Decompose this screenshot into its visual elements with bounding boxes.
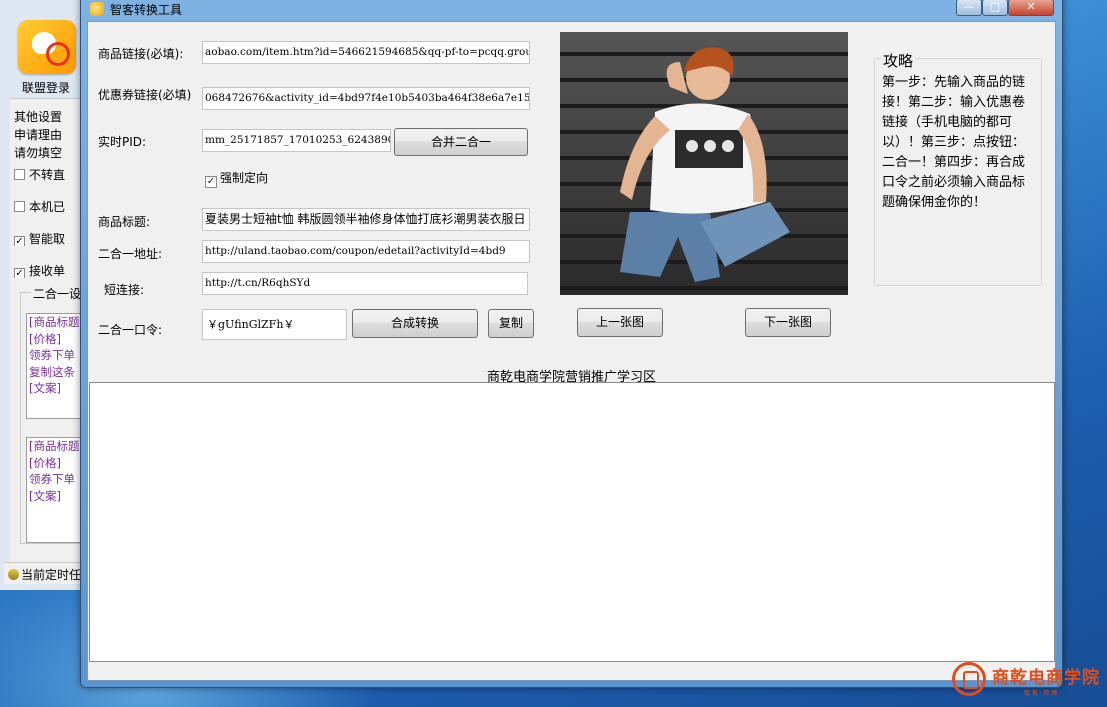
product-title-label: 商品标题: [98,215,151,229]
template-line: [价格] [29,331,61,346]
product-link-label: 商品链接(必填): [98,47,184,61]
combo-settings-title: 二合一设 [31,285,84,302]
alliance-logo-icon[interactable] [18,20,76,74]
token-label: 二合一口令: [98,323,163,337]
guide-title: 攻略 [881,50,916,71]
convert-button[interactable]: 合成转换 [352,309,478,338]
template-line: [价格] [29,455,61,470]
converter-window: 智客转换工具 — □ ✕ 商品链接(必填): aobao.com/item.ht… [80,0,1063,688]
checkmark-icon[interactable]: ✓ [14,236,25,246]
template-editor-2[interactable]: [商品标题 [价格] 领券下单 [文案] [26,437,87,543]
watermark-subtext: 智 客 · 转 换 [1024,690,1058,697]
timer-icon [8,569,19,580]
pid-input[interactable]: mm_25171857_17010253_62438905 [202,129,391,152]
school-seal-icon [952,662,986,696]
combo-url-input[interactable]: http://uland.taobao.com/coupon/edetail?a… [202,240,530,263]
product-link-input[interactable]: aobao.com/item.htm?id=546621594685&qq-pf… [202,41,530,64]
bg-checkbox-1[interactable]: 不转直 [14,166,86,182]
status-text: 当前定时任 [21,568,82,582]
other-settings-label: 其他设置 [14,110,63,124]
minimize-button[interactable]: — [956,0,982,16]
bg-checkbox-2[interactable]: 本机已 [14,198,86,214]
alliance-login-label[interactable]: 联盟登录 [22,79,70,96]
apply-reason-label: 申请理由 [14,128,63,142]
background-app-window: 联盟登录 其他设置 申请理由 请勿填空 不转直 本机已 ✓ 智能取 ✓ 接收单 二合… [0,0,87,590]
force-redirect-checkbox[interactable]: ✓ 强制定向 [205,169,268,188]
guide-panel: 攻略 第一步：先输入商品的链接！第二步：输入优惠卷链接（手机电脑的都可以）！第三… [874,50,1042,286]
combo-settings-group: 二合一设 [商品标题 [价格] 领券下单 复制这条 [文案] [商品标题 [价格… [20,285,87,544]
copy-button[interactable]: 复制 [488,309,534,338]
watermark-text: 商乾电商学院 [992,668,1100,688]
app-icon [90,2,104,16]
merge-combo-button[interactable]: 合并二合一 [394,128,528,156]
guide-text: 第一步：先输入商品的链接！第二步：输入优惠卷链接（手机电脑的都可以）！第三步：点… [882,75,1026,210]
pid-label: 实时PID: [98,135,147,149]
bg-checkbox-3[interactable]: ✓ 智能取 [14,230,86,246]
template-editor-1[interactable]: [商品标题 [价格] 领券下单 复制这条 [文案] [26,313,87,419]
checkmark-icon[interactable]: ✓ [14,268,25,278]
coupon-link-label: 优惠券链接(必填) [98,88,192,102]
school-watermark: 商乾电商学院 智 客 · 转 换 [950,660,1105,700]
bg-checkbox-label: 智能取 [29,232,66,246]
combo-url-label: 二合一地址: [98,247,163,261]
template-line: [商品标题 [29,315,80,329]
template-line: 领券下单 [29,472,75,486]
template-line: [文案] [29,488,61,503]
prev-image-button[interactable]: 上一张图 [577,308,663,337]
template-line: 复制这条 [29,364,75,379]
force-redirect-label: 强制定向 [220,171,269,185]
checkmark-icon[interactable]: ✓ [205,176,217,188]
output-textarea[interactable] [89,382,1055,662]
token-input[interactable]: ￥gUfinGlZFh￥ [202,309,347,340]
close-button[interactable]: ✕ [1008,0,1054,16]
product-title-input[interactable]: 夏装男士短袖t恤 韩版圆领半袖修身体恤打底衫潮男装衣服日 [202,208,530,231]
product-photo-graphic [560,32,848,295]
short-link-label: 短连接: [104,283,145,297]
template-line: 领券下单 [29,348,75,362]
window-client-area: 商品链接(必填): aobao.com/item.htm?id=54662159… [87,21,1056,681]
short-link-input[interactable]: http://t.cn/R6qhSYd [202,272,528,295]
next-image-button[interactable]: 下一张图 [745,308,831,337]
bg-checkbox-4[interactable]: ✓ 接收单 [14,262,86,278]
bg-checkbox-label: 接收单 [29,264,66,278]
bg-checkbox-label: 不转直 [29,168,66,182]
template-line: [商品标题 [29,439,80,453]
template-line: [文案] [29,381,61,395]
maximize-button[interactable]: □ [982,0,1008,16]
bg-checkbox-label: 本机已 [29,200,66,214]
checkbox-icon[interactable] [14,169,25,180]
do-not-leave-blank-label: 请勿填空 [14,146,63,160]
window-title: 智客转换工具 [110,3,183,17]
product-image [560,32,848,295]
status-bar: 当前定时任 [4,562,86,584]
title-bar[interactable]: 智客转换工具 — □ ✕ [81,0,1062,21]
coupon-link-input[interactable]: 068472676&activity_id=4bd97f4e10b5403ba4… [202,87,530,110]
checkbox-icon[interactable] [14,201,25,212]
